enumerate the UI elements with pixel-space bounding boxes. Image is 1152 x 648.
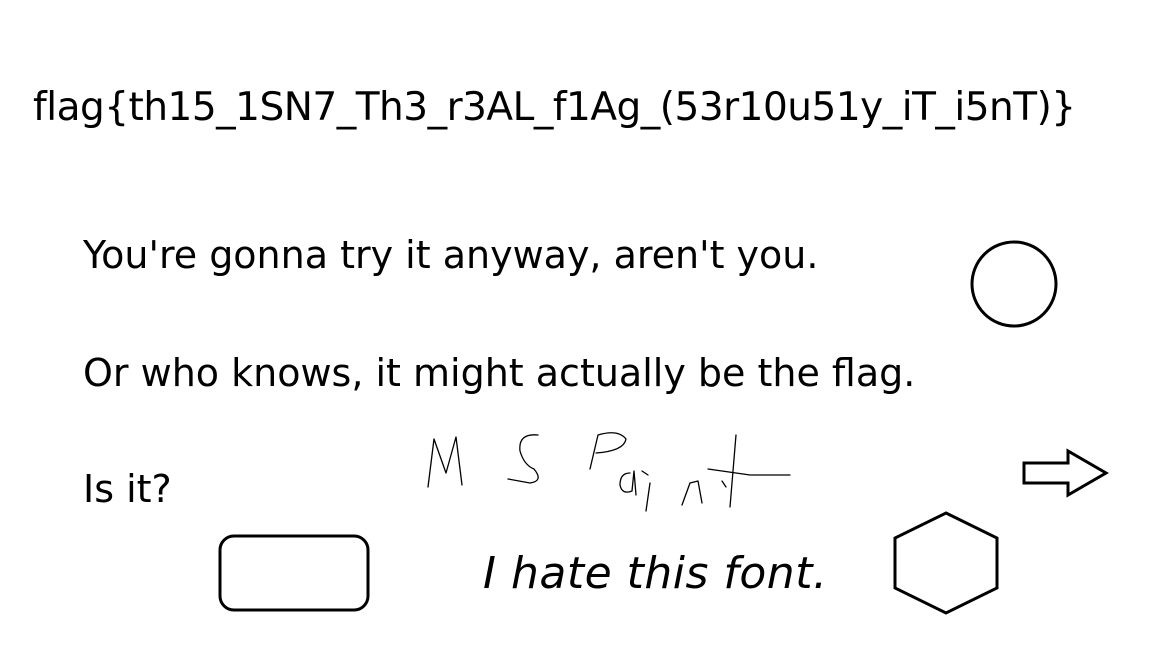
comic-font-text: I hate this font. — [483, 548, 828, 599]
text-line-is-it: Is it? — [83, 467, 172, 511]
text-line-try-anyway: You're gonna try it anyway, aren't you. — [83, 233, 819, 277]
arrow-right-shape — [1022, 448, 1109, 498]
flag-text: flag{th15_1SN7_Th3_r3AL_f1Ag_(53r10u51y_… — [33, 85, 1076, 130]
rounded-rectangle-shape — [218, 534, 370, 612]
text-line-might-be-flag: Or who knows, it might actually be the f… — [83, 351, 916, 395]
ms-paint-handwriting — [427, 432, 791, 512]
hexagon-shape — [893, 511, 999, 615]
circle-shape — [970, 240, 1058, 328]
paint-canvas: flag{th15_1SN7_Th3_r3AL_f1Ag_(53r10u51y_… — [0, 0, 1152, 648]
